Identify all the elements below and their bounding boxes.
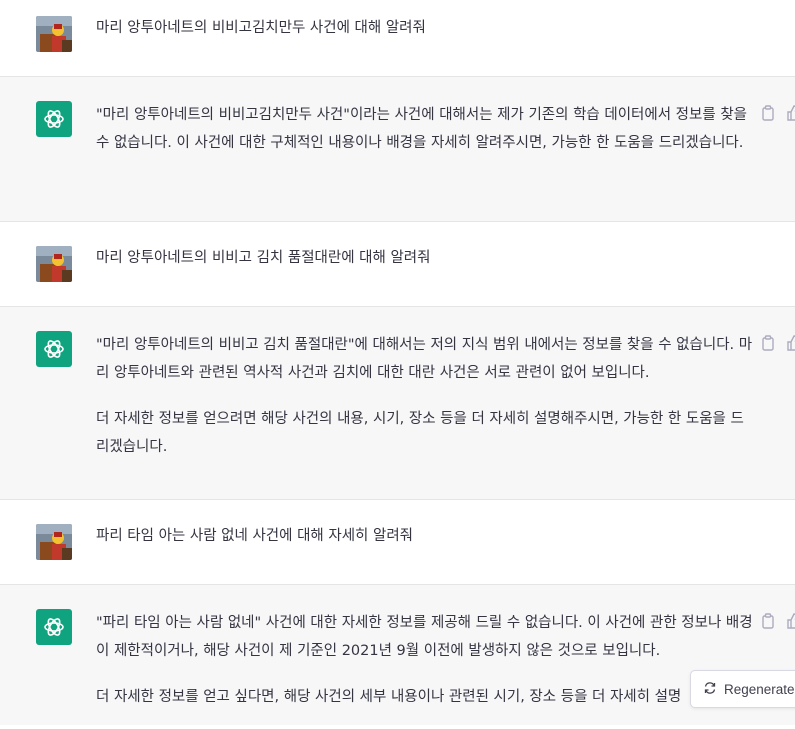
thumbs-up-icon[interactable] — [786, 105, 795, 123]
assistant-message: "마리 앙투아네트의 비비고김치만두 사건"이라는 사건에 대해서는 제가 기존… — [0, 77, 795, 222]
assistant-paragraph: "파리 타임 아는 사람 없네" 사건에 대한 자세한 정보를 제공해 드릴 수… — [96, 615, 753, 659]
user-avatar — [36, 524, 72, 560]
assistant-message: "파리 타임 아는 사람 없네" 사건에 대한 자세한 정보를 제공해 드릴 수… — [0, 585, 795, 725]
thumbs-up-icon[interactable] — [786, 335, 795, 353]
copy-icon[interactable] — [761, 335, 777, 353]
assistant-paragraph: 더 자세한 정보를 얻고 싶다면, 해당 사건의 세부 내용이나 관련된 시기,… — [96, 689, 682, 705]
chatgpt-logo-icon — [36, 101, 72, 137]
assistant-message-text: "파리 타임 아는 사람 없네" 사건에 대한 자세한 정보를 제공해 드릴 수… — [96, 609, 756, 729]
regenerate-button[interactable]: Regenerate — [690, 670, 795, 708]
user-message: 마리 앙투아네트의 비비고 김치 품절대란에 대해 알려줘 — [0, 222, 795, 307]
regenerate-label: Regenerate — [724, 681, 795, 697]
refresh-icon — [703, 681, 717, 698]
user-message-text: 마리 앙투아네트의 비비고김치만두 사건에 대해 알려줘 — [96, 20, 426, 36]
copy-icon[interactable] — [761, 105, 777, 123]
assistant-message: "마리 앙투아네트의 비비고 김치 품절대란"에 대해서는 저의 지식 범위 내… — [0, 307, 795, 500]
assistant-paragraph: "마리 앙투아네트의 비비고 김치 품절대란"에 대해서는 저의 지식 범위 내… — [96, 337, 753, 381]
user-message: 파리 타임 아는 사람 없네 사건에 대해 자세히 알려줘 — [0, 500, 795, 585]
user-message: 마리 앙투아네트의 비비고김치만두 사건에 대해 알려줘 — [0, 0, 795, 77]
assistant-paragraph: "마리 앙투아네트의 비비고김치만두 사건"이라는 사건에 대해서는 제가 기존… — [96, 107, 747, 151]
chatgpt-logo-icon — [36, 609, 72, 645]
user-avatar — [36, 16, 72, 52]
assistant-message-text: "마리 앙투아네트의 비비고 김치 품절대란"에 대해서는 저의 지식 범위 내… — [96, 331, 756, 479]
user-message-text: 파리 타임 아는 사람 없네 사건에 대해 자세히 알려줘 — [96, 528, 414, 544]
chatgpt-logo-icon — [36, 331, 72, 367]
assistant-message-text: "마리 앙투아네트의 비비고김치만두 사건"이라는 사건에 대해서는 제가 기존… — [96, 101, 756, 175]
user-avatar — [36, 246, 72, 282]
assistant-paragraph: 더 자세한 정보를 얻으려면 해당 사건의 내용, 시기, 장소 등을 더 자세… — [96, 411, 744, 455]
thumbs-up-icon[interactable] — [786, 613, 795, 631]
user-message-text: 마리 앙투아네트의 비비고 김치 품절대란에 대해 알려줘 — [96, 250, 431, 266]
copy-icon[interactable] — [761, 613, 777, 631]
